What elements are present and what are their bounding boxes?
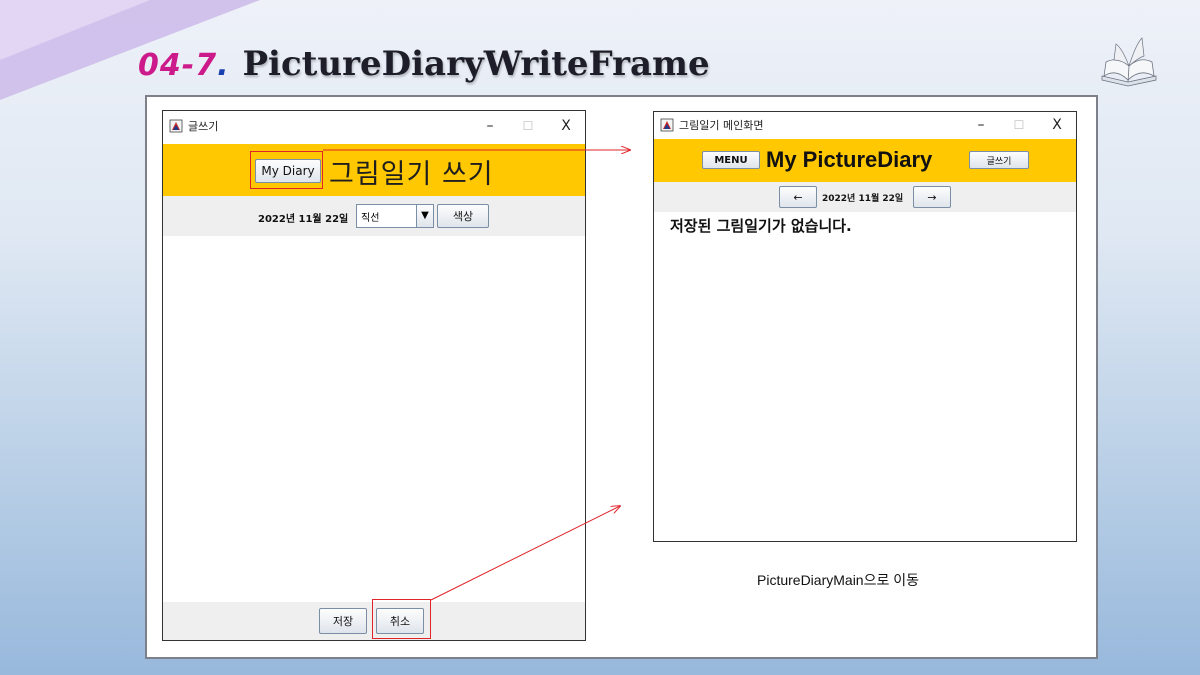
write-frame-window: 글쓰기 – ☐ X My Diary 그림일기 쓰기 2022년 11월 22일… [162,110,586,641]
highlight-cancel [372,599,431,639]
highlight-my-diary [250,151,323,189]
main-date: 2022년 11월 22일 [822,194,904,204]
dropdown-arrow-icon[interactable]: ▼ [416,205,433,227]
navigation-caption: PictureDiaryMain으로 이동 [757,572,919,588]
write-date: 2022년 11월 22일 [258,214,349,225]
shape-select-value: 직선 [361,213,380,224]
menu-button[interactable]: MENU [702,151,760,169]
slide-title: 04-7 . PictureDiaryWriteFrame [138,44,710,94]
prev-date-button[interactable]: ← [779,186,817,208]
write-header-title: 그림일기 쓰기 [329,159,494,190]
write-button[interactable]: 글쓰기 [969,151,1029,169]
write-toolbar: 2022년 11월 22일 직선 ▼ 색상 [163,196,585,236]
main-frame-title: 그림일기 메인화면 [679,119,764,132]
color-button[interactable]: 색상 [437,204,489,228]
main-header-title: My PictureDiary [766,147,933,172]
maximize-button[interactable]: ☐ [509,119,547,133]
minimize-button[interactable]: – [471,118,509,134]
java-app-icon [169,119,183,133]
drawing-canvas[interactable] [163,236,585,602]
shape-select[interactable]: 직선 ▼ [356,204,434,228]
write-frame-titlebar[interactable]: 글쓰기 – ☐ X [163,111,585,141]
open-book-icon [1101,37,1157,87]
empty-diary-message: 저장된 그림일기가 없습니다. [670,217,852,235]
write-frame-title: 글쓰기 [188,120,219,133]
slide-heading: PictureDiaryWriteFrame [242,44,710,84]
minimize-button[interactable]: – [962,117,1000,133]
next-date-button[interactable]: → [913,186,951,208]
slide-number-separator: . [217,48,229,83]
main-frame-titlebar[interactable]: 그림일기 메인화면 – ☐ X [654,112,1076,138]
slide-number: 04-7 [138,48,218,83]
main-frame-window: 그림일기 메인화면 – ☐ X MENU My PictureDiary 글쓰기… [653,111,1077,542]
close-button[interactable]: X [547,118,585,134]
corner-decoration-inner [0,0,150,60]
main-header-bar: MENU My PictureDiary 글쓰기 [654,139,1076,182]
java-app-icon [660,118,674,132]
close-button[interactable]: X [1038,117,1076,133]
maximize-button[interactable]: ☐ [1000,118,1038,132]
save-button[interactable]: 저장 [319,608,367,634]
date-nav-bar: ← 2022년 11월 22일 → [654,182,1076,212]
write-header-bar: My Diary 그림일기 쓰기 [163,144,585,196]
